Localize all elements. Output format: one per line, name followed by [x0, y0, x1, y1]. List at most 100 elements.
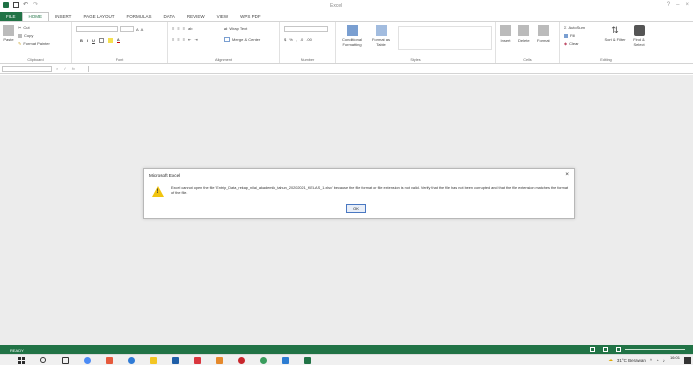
copy-button[interactable]: Copy: [18, 33, 33, 38]
underline-icon[interactable]: U: [92, 38, 95, 43]
orientation-icon[interactable]: ab: [188, 26, 192, 31]
increase-decimal-icon[interactable]: .0: [300, 37, 303, 42]
title-bar: ↶ ↷ Excel ? – ×: [0, 0, 693, 12]
page-break-view-icon[interactable]: [616, 347, 621, 352]
font-size-select[interactable]: [120, 26, 134, 32]
align-right-icon[interactable]: ≡: [183, 37, 185, 42]
fill-button[interactable]: Fill: [564, 33, 575, 38]
task-view-icon[interactable]: [62, 357, 69, 364]
percent-icon[interactable]: %: [289, 37, 293, 42]
weather-text[interactable]: 31°C Berawan: [617, 358, 646, 363]
cancel-entry-icon[interactable]: ×: [56, 66, 58, 71]
search-icon[interactable]: [40, 357, 46, 363]
formula-input[interactable]: [88, 66, 690, 72]
tab-view[interactable]: VIEW: [211, 12, 235, 21]
clear-button[interactable]: ◆ Clear: [564, 41, 579, 46]
ribbon: Paste ✂ Cut Copy ✎ Format Painter Clipbo…: [0, 21, 693, 64]
increase-font-icon[interactable]: A: [136, 27, 139, 32]
conditional-formatting-button[interactable]: Conditional Formatting: [340, 25, 364, 47]
align-left-icon[interactable]: ≡: [172, 37, 174, 42]
sort-filter-button[interactable]: ⇅ Sort & Filter: [604, 25, 626, 43]
comma-icon[interactable]: ,: [296, 37, 297, 42]
insert-function-icon[interactable]: fx: [72, 66, 75, 71]
confirm-entry-icon[interactable]: ✓: [63, 66, 66, 71]
notification-icon[interactable]: [684, 357, 691, 364]
italic-icon[interactable]: I: [87, 38, 88, 43]
tab-wps-pdf[interactable]: WPS PDF: [234, 12, 267, 21]
name-box[interactable]: [2, 66, 52, 72]
weather-icon: ☁: [608, 357, 613, 362]
network-icon[interactable]: ◔: [656, 358, 659, 363]
merge-icon: [224, 37, 230, 42]
bold-icon[interactable]: B: [80, 38, 83, 43]
taskbar-clock[interactable]: 16:01: [669, 355, 680, 361]
tab-file[interactable]: FILE: [0, 12, 22, 21]
cell-styles-gallery[interactable]: [398, 26, 492, 50]
dialog-close-icon[interactable]: ×: [565, 171, 569, 178]
app-icon-amber[interactable]: [216, 357, 223, 364]
vscode-icon[interactable]: [282, 357, 289, 364]
edge-icon[interactable]: [128, 357, 135, 364]
app-icon-green[interactable]: [260, 357, 267, 364]
minimize-icon[interactable]: –: [676, 2, 679, 8]
windows-start-icon[interactable]: [18, 357, 25, 364]
file-explorer-icon[interactable]: [150, 357, 157, 364]
format-painter-button[interactable]: ✎ Format Painter: [18, 41, 50, 46]
paste-button[interactable]: Paste: [3, 25, 14, 42]
close-window-icon[interactable]: ×: [685, 2, 689, 8]
status-ready: READY: [10, 347, 24, 353]
borders-icon[interactable]: [98, 37, 104, 43]
merge-center-button[interactable]: Merge & Center: [224, 37, 260, 42]
outdent-icon[interactable]: ⇥: [194, 37, 197, 42]
clipboard-group: Paste ✂ Cut Copy ✎ Format Painter Clipbo…: [0, 22, 72, 63]
redo-icon[interactable]: ↷: [33, 2, 39, 8]
insert-cells-button[interactable]: Insert: [500, 25, 511, 43]
chrome-icon[interactable]: [84, 357, 91, 364]
format-cells-button[interactable]: Format: [537, 25, 550, 43]
fill-down-icon: [564, 33, 568, 38]
styles-group: Conditional Formatting Format as Table S…: [336, 22, 496, 63]
find-select-button[interactable]: Find & Select: [628, 25, 650, 47]
number-format-select[interactable]: [284, 26, 328, 32]
wrap-text-button[interactable]: ⇌ Wrap Text: [224, 26, 247, 31]
delete-cells-button[interactable]: Delete: [518, 25, 530, 43]
autosum-button[interactable]: Σ AutoSum: [564, 25, 585, 30]
zoom-slider[interactable]: [625, 349, 685, 350]
chevron-up-icon[interactable]: ^: [650, 358, 652, 363]
align-top-icon[interactable]: ≡: [172, 26, 174, 31]
word-icon[interactable]: [172, 357, 179, 364]
tab-formulas[interactable]: FORMULAS: [121, 12, 158, 21]
system-tray: ☁ 31°C Berawan ^ ◔ ♪: [608, 357, 665, 363]
indent-icon[interactable]: ⇤: [188, 37, 191, 42]
decrease-decimal-icon[interactable]: .00: [306, 37, 312, 42]
tab-data[interactable]: DATA: [158, 12, 181, 21]
align-bottom-icon[interactable]: ≡: [183, 26, 185, 31]
app-icon-orange[interactable]: [106, 357, 113, 364]
help-icon[interactable]: ?: [667, 2, 670, 8]
tab-page-layout[interactable]: PAGE LAYOUT: [77, 12, 120, 21]
app-icon-red[interactable]: [238, 357, 245, 364]
tab-insert[interactable]: INSERT: [49, 12, 77, 21]
font-color-icon[interactable]: A: [116, 37, 120, 43]
cut-button[interactable]: ✂ Cut: [18, 25, 30, 30]
font-name-select[interactable]: [76, 26, 118, 32]
clock-time: 16:01: [669, 355, 680, 360]
paste-icon: [3, 25, 14, 36]
currency-icon[interactable]: $: [284, 37, 286, 42]
tab-review[interactable]: REVIEW: [181, 12, 211, 21]
tab-home[interactable]: HOME: [21, 12, 50, 21]
format-as-table-button[interactable]: Format as Table: [370, 25, 392, 47]
wps-icon[interactable]: [194, 357, 201, 364]
save-icon[interactable]: [13, 2, 19, 8]
copy-icon: [18, 33, 22, 38]
align-middle-icon[interactable]: ≡: [177, 26, 179, 31]
ok-button[interactable]: OK: [346, 204, 366, 213]
excel-taskbar-icon[interactable]: [304, 357, 311, 364]
volume-icon[interactable]: ♪: [663, 358, 665, 363]
undo-icon[interactable]: ↶: [23, 2, 29, 8]
page-layout-view-icon[interactable]: [603, 347, 608, 352]
align-center-icon[interactable]: ≡: [177, 37, 179, 42]
fill-color-icon[interactable]: [107, 37, 113, 43]
normal-view-icon[interactable]: [590, 347, 595, 352]
decrease-font-icon[interactable]: A: [141, 27, 144, 32]
